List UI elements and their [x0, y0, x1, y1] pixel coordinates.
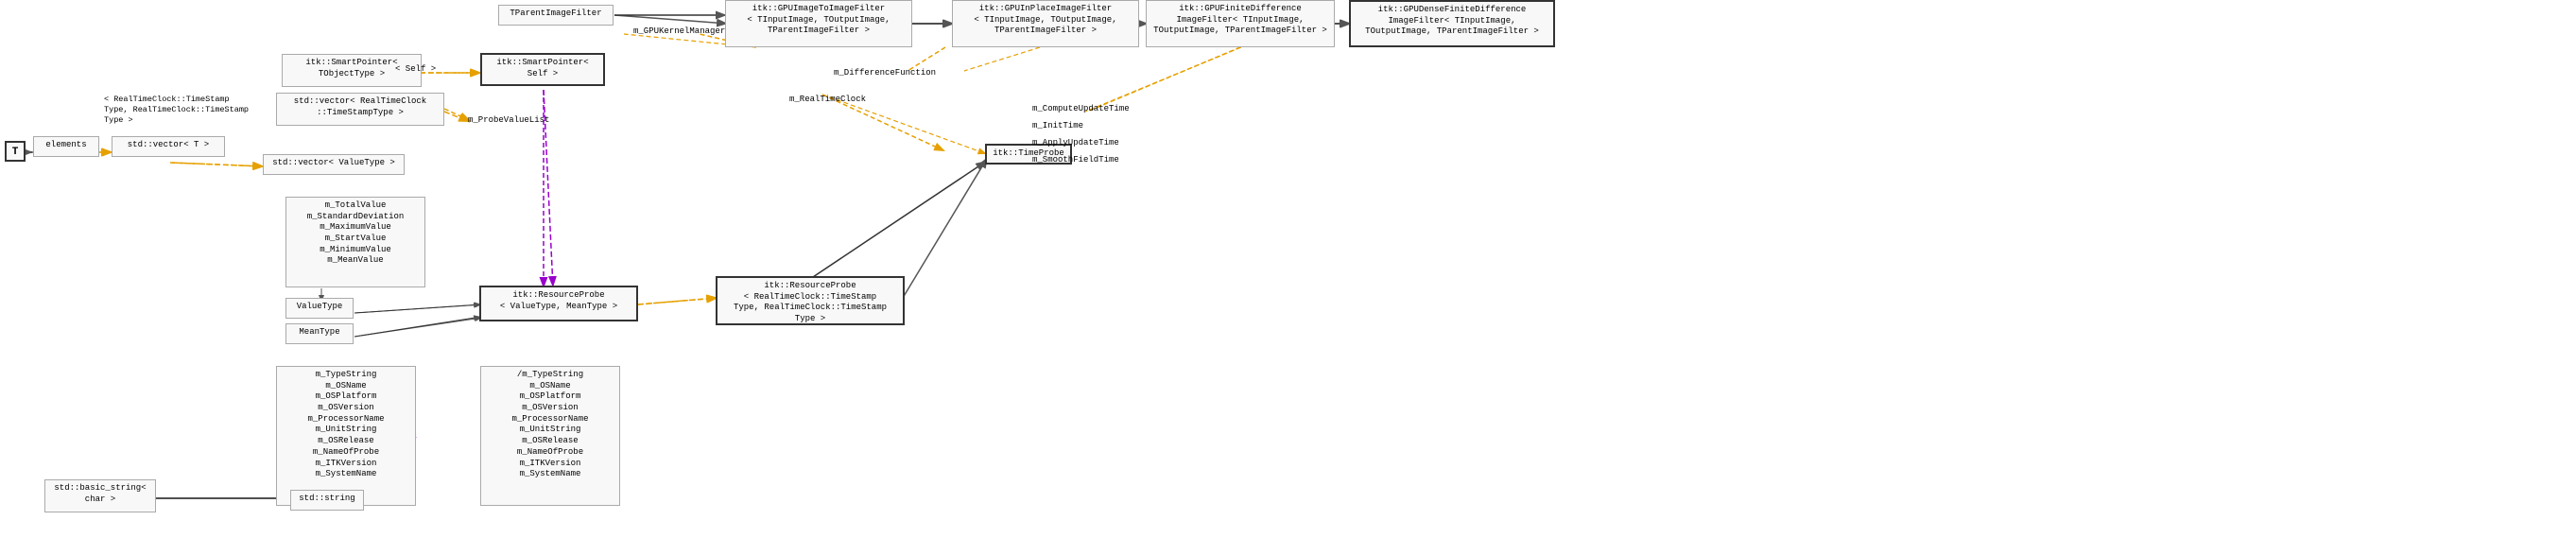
node-itkresourceprobe-valuemean: itk::ResourceProbe< ValueType, MeanType …: [479, 286, 638, 321]
node-typestring-members1: m_TypeStringm_OSNamem_OSPlatformm_OSVers…: [276, 366, 416, 506]
node-value-members: m_TotalValuem_StandardDeviationm_Maximum…: [285, 197, 425, 287]
node-GPUImageToImageFilter: itk::GPUImageToImageFilter< TInputImage,…: [725, 0, 912, 47]
label-mDifferenceFunction: m_DifferenceFunction: [834, 68, 936, 78]
node-GPUFiniteDifference: itk::GPUFiniteDifferenceImageFilter< TIn…: [1146, 0, 1335, 47]
node-stdvector-T: std::vector< T >: [112, 136, 225, 157]
node-ValueType: ValueType: [285, 298, 354, 319]
label-mGPUKernelManager: m_GPUKernelManager: [633, 26, 725, 36]
diagram-container: T elements std::vector< T > std::vector<…: [0, 0, 2576, 538]
node-stdvector-realtimeclock: std::vector< RealTimeClock::TimeStampTyp…: [276, 93, 444, 126]
node-T: T: [5, 141, 26, 162]
label-mProbeValueList: m_ProbeValueList: [468, 115, 549, 125]
label-realtimeclock-type: < RealTimeClock::TimeStampType, RealTime…: [104, 95, 249, 126]
label-self: < Self >: [395, 64, 436, 74]
node-GPUInPlaceImageFilter: itk::GPUInPlaceImageFilter< TInputImage,…: [952, 0, 1139, 47]
node-TParentImageFilter: TParentImageFilter: [498, 5, 614, 26]
node-MeanType: MeanType: [285, 323, 354, 344]
node-GPUDenseFiniteDifference: itk::GPUDenseFiniteDifferenceImageFilter…: [1349, 0, 1555, 47]
node-stdvector-valuetype: std::vector< ValueType >: [263, 154, 405, 175]
node-itkresourceprobe-realtimeclock: itk::ResourceProbe< RealTimeClock::TimeS…: [716, 276, 905, 325]
label-mSmoothFieldTime: m_SmoothFieldTime: [1032, 155, 1119, 165]
label-mInitTime: m_InitTime: [1032, 121, 1083, 130]
node-typestring-members2: /m_TypeStringm_OSNamem_OSPlatformm_OSVer…: [480, 366, 620, 506]
label-mRealTimeClock: m_RealTimeClock: [789, 95, 866, 104]
node-stdbasicstring: std::basic_string<char >: [44, 479, 156, 512]
label-mApplyUpdateTime: m_ApplyUpdateTime: [1032, 138, 1119, 148]
label-mComputeUpdateTime: m_ComputeUpdateTime: [1032, 104, 1130, 113]
node-stdstring: std::string: [290, 490, 364, 511]
node-elements: elements: [33, 136, 99, 157]
node-itksmartpointer-self: itk::SmartPointer<Self >: [480, 53, 605, 86]
